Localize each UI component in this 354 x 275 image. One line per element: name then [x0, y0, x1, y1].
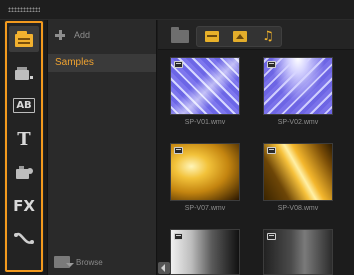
- media-thumbnail[interactable]: [170, 57, 240, 115]
- graphic-button[interactable]: [9, 160, 39, 186]
- video-badge-icon: [267, 61, 276, 68]
- media-thumbnail[interactable]: [170, 143, 240, 201]
- media-library-icon: [15, 31, 33, 47]
- library-folder-panel: Add Samples Browse: [47, 20, 157, 275]
- title-button[interactable]: T: [9, 126, 39, 152]
- filter-button[interactable]: FX: [9, 193, 39, 219]
- media-caption: SP-V08.wmv: [277, 205, 319, 212]
- browse-label: Browse: [76, 257, 103, 267]
- show-audio-icon[interactable]: ♫: [261, 30, 275, 44]
- add-label: Add: [74, 30, 91, 40]
- media-pane: ♫ SP-V01.wmv SP-V02.wmv SP-V07.wmv SP-V0…: [158, 20, 354, 275]
- show-video-icon[interactable]: [205, 31, 219, 42]
- video-badge-icon: [174, 61, 183, 68]
- media-thumbnail[interactable]: [263, 57, 333, 115]
- graphic-icon: [16, 166, 33, 179]
- scroll-left-icon[interactable]: [158, 262, 170, 274]
- media-filter-group: ♫: [196, 26, 282, 47]
- fx-filter-icon: FX: [13, 197, 35, 215]
- browse-button[interactable]: Browse: [54, 256, 103, 268]
- video-badge-icon: [267, 147, 276, 154]
- folder-label: Samples: [55, 57, 94, 68]
- transition-button[interactable]: AB: [9, 92, 39, 118]
- media-thumbnail[interactable]: [263, 229, 333, 275]
- media-caption: SP-V02.wmv: [277, 119, 319, 126]
- media-caption: SP-V07.wmv: [184, 205, 226, 212]
- media-thumbnail[interactable]: [263, 143, 333, 201]
- media-caption: SP-V01.wmv: [184, 119, 226, 126]
- media-thumbnail[interactable]: [170, 229, 240, 275]
- media-library-button[interactable]: [9, 26, 39, 52]
- add-folder-button[interactable]: Add: [54, 26, 90, 44]
- motion-path-button[interactable]: [9, 226, 39, 252]
- instant-project-icon: [15, 67, 33, 80]
- transition-icon: AB: [13, 97, 35, 113]
- video-badge-icon: [267, 233, 276, 240]
- show-photo-icon[interactable]: [233, 31, 247, 42]
- title-icon: T: [17, 128, 31, 150]
- instant-project-button[interactable]: [9, 60, 39, 86]
- plus-icon: [54, 29, 66, 41]
- media-toolbar: ♫: [158, 20, 354, 50]
- video-badge-icon: [174, 233, 183, 240]
- browse-icon: [54, 256, 74, 268]
- drag-grip-icon[interactable]: [8, 7, 40, 12]
- top-bar: [0, 0, 354, 20]
- folder-item-samples[interactable]: Samples: [48, 54, 156, 72]
- video-badge-icon: [174, 147, 183, 154]
- motion-path-icon: [14, 232, 34, 244]
- folder-icon[interactable]: [171, 27, 189, 43]
